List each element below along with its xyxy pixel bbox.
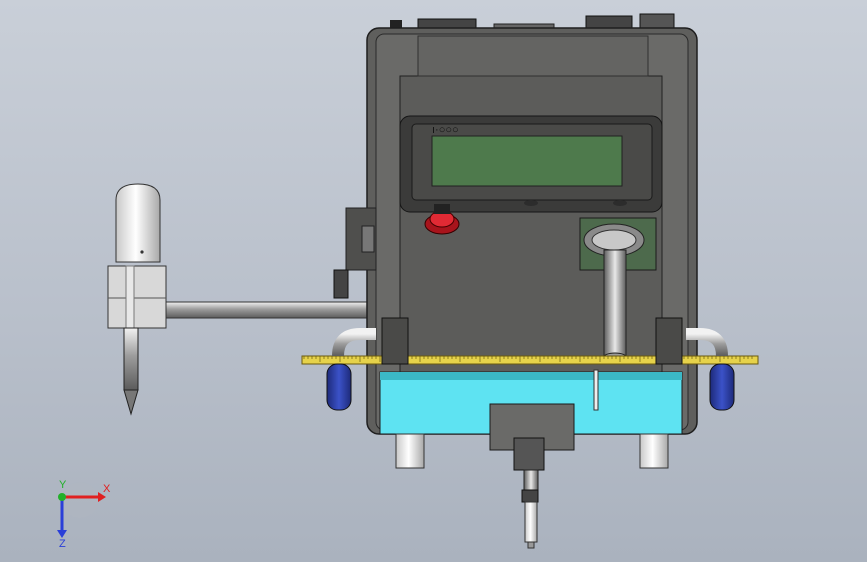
cad-viewport[interactable]: ı·○○○ X Y Z	[0, 0, 867, 562]
machine-3d-model[interactable]: ı·○○○	[0, 0, 867, 562]
y-axis-dot	[58, 493, 66, 501]
z-axis-label: Z	[59, 538, 66, 550]
x-axis-label: X	[103, 483, 111, 495]
y-axis-label: Y	[59, 480, 67, 491]
foot-left	[395, 433, 425, 469]
foot-right	[639, 433, 669, 469]
display-icons: ı·○○○	[432, 124, 459, 136]
center-probe	[489, 403, 575, 549]
measuring-ruler	[301, 355, 759, 365]
lcd-screen	[431, 135, 623, 187]
orientation-triad: X Y Z	[57, 480, 111, 550]
display-panel[interactable]: ı·○○○	[399, 115, 663, 213]
cylinder-left	[326, 363, 352, 411]
cylinder-right	[709, 363, 735, 411]
z-axis-head	[57, 530, 67, 538]
